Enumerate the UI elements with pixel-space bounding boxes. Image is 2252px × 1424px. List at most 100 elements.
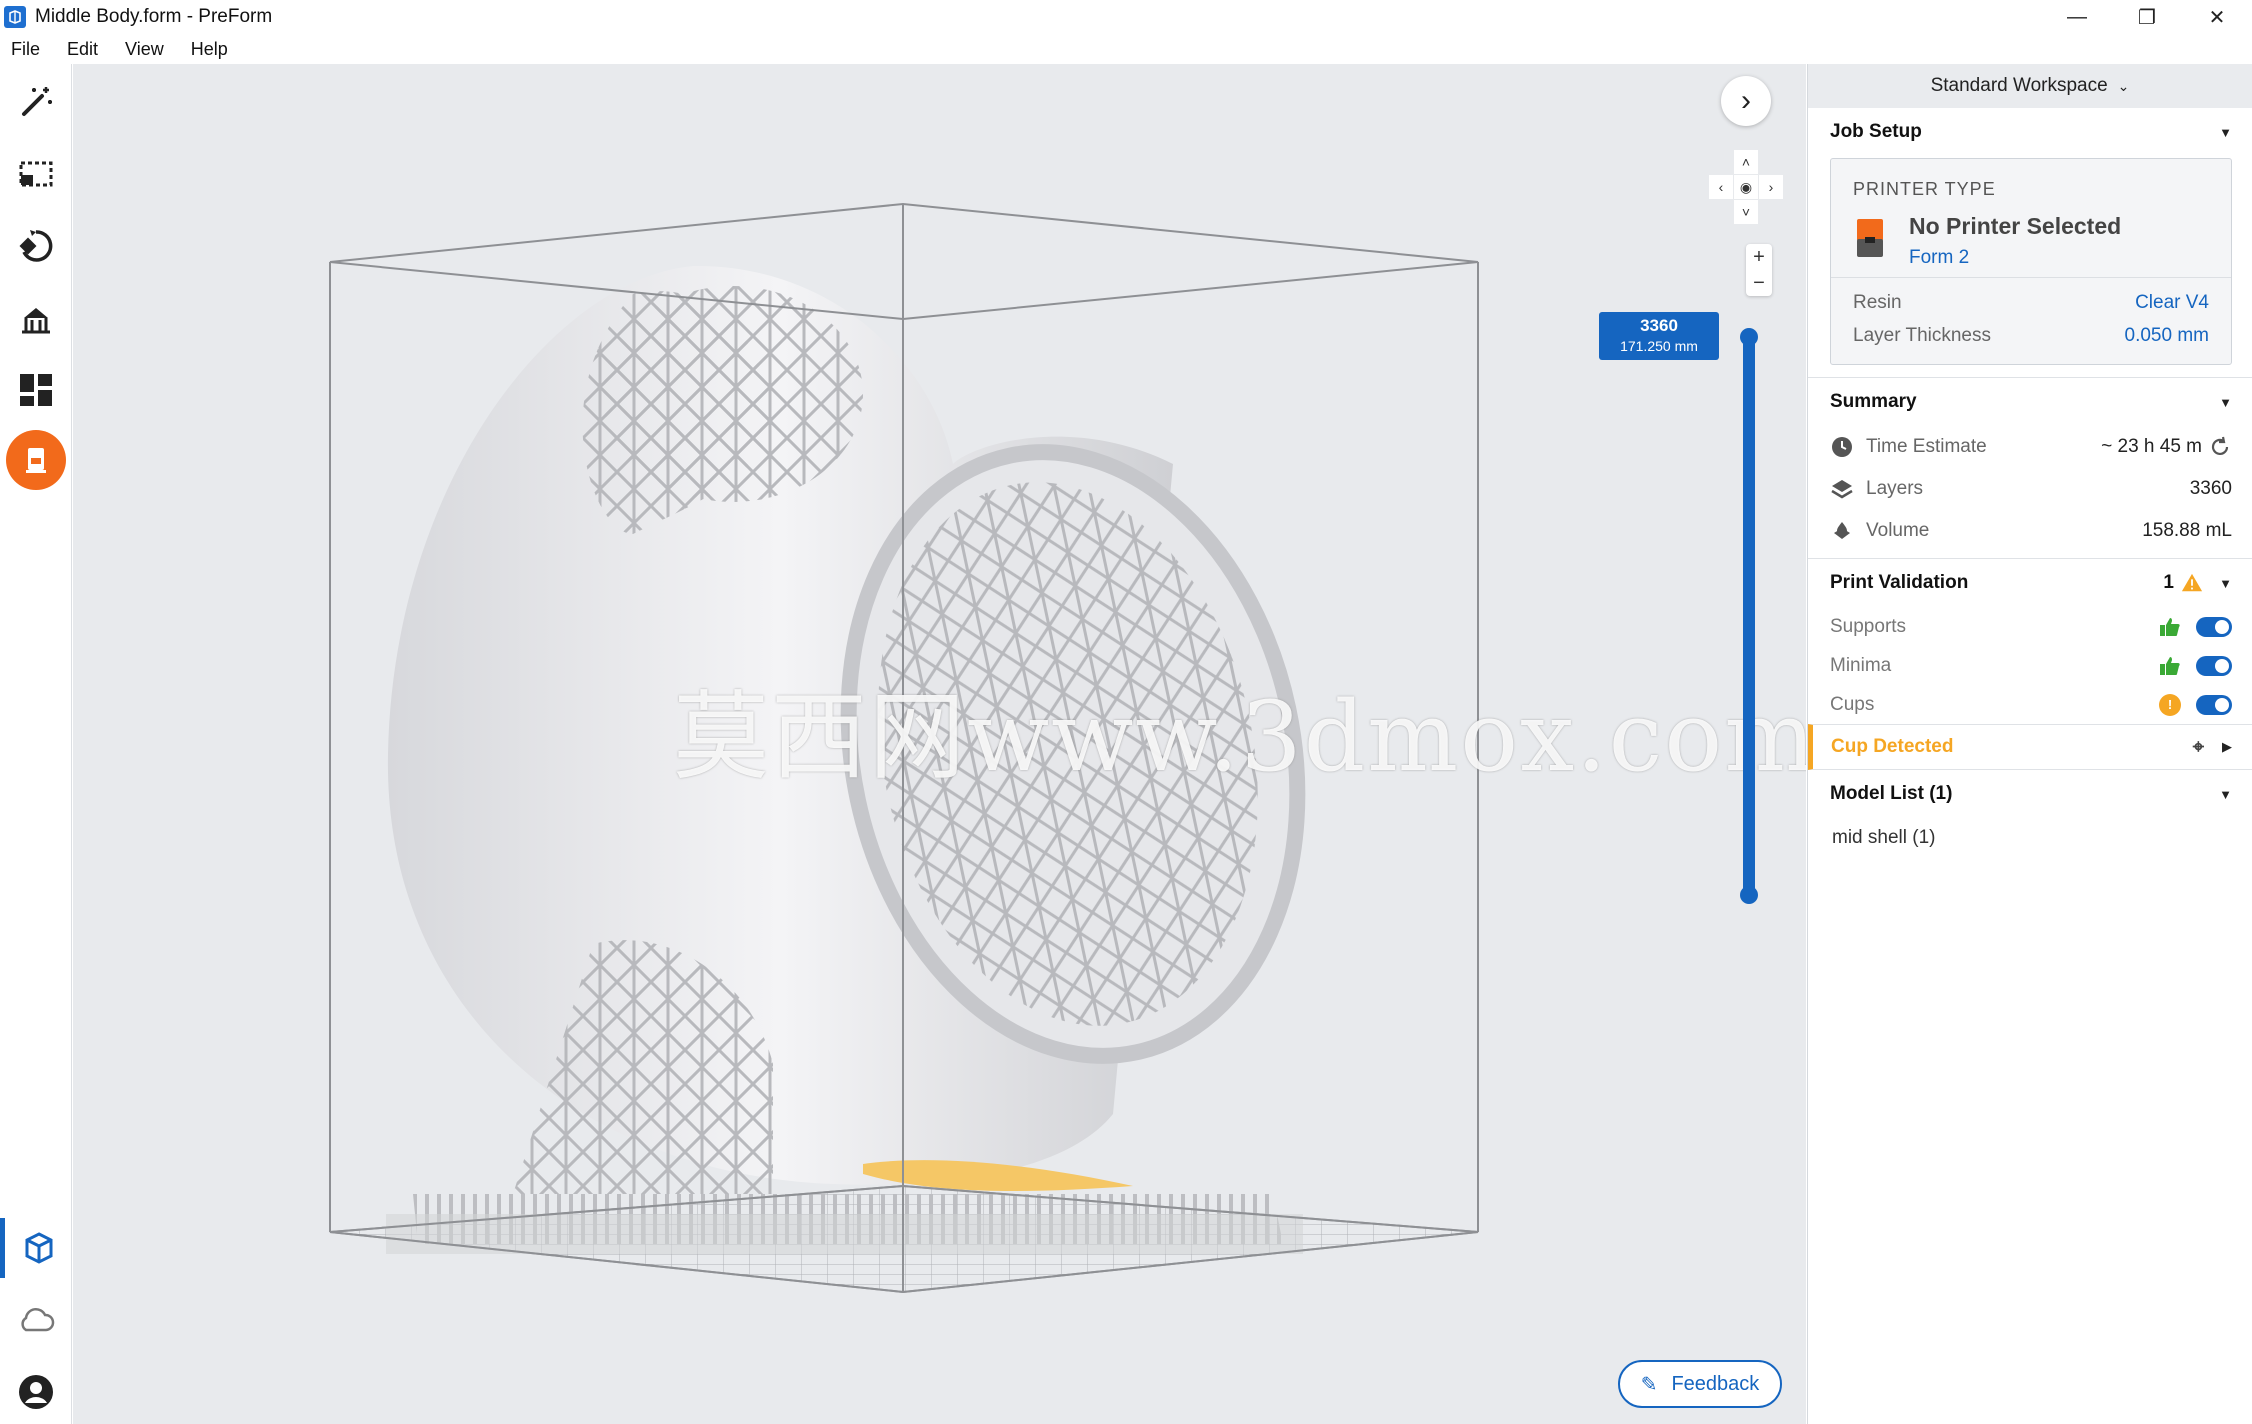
thumbs-up-icon xyxy=(2158,654,2182,678)
time-estimate-value: ~ 23 h 45 m xyxy=(2101,436,2202,457)
list-item[interactable]: mid shell (1) xyxy=(1808,818,2252,858)
warning-dot-icon: ! xyxy=(2159,693,2181,716)
validation-count-number: 1 xyxy=(2163,572,2174,593)
feedback-button[interactable]: ✎ Feedback xyxy=(1618,1360,1782,1408)
time-estimate-row: Time Estimate ~ 23 h 45 m xyxy=(1808,426,2252,468)
feedback-label: Feedback xyxy=(1671,1372,1760,1395)
volume-value: 158.88 mL xyxy=(2142,520,2232,541)
warning-icon xyxy=(2181,573,2203,592)
zoom-out-button[interactable]: − xyxy=(1746,270,1772,296)
job-setup-header[interactable]: Job Setup ▼ xyxy=(1808,108,2252,156)
eye-icon[interactable]: ◉ xyxy=(1734,175,1758,199)
menu-file[interactable]: File xyxy=(11,39,40,60)
account-button[interactable] xyxy=(6,1362,66,1422)
close-button[interactable]: ✕ xyxy=(2182,0,2252,34)
selection-icon xyxy=(19,161,53,187)
layout-button[interactable] xyxy=(6,360,66,420)
supports-icon xyxy=(22,308,50,334)
watermark: 莫西网www.3dmox.com xyxy=(673,681,1806,793)
cup-detected-row[interactable]: Cup Detected ⌖ ▶ xyxy=(1808,724,2252,770)
printer-icon xyxy=(1857,219,1883,257)
supports-button[interactable] xyxy=(6,288,66,348)
cloud-tab[interactable] xyxy=(6,1290,66,1350)
layer-slider-bottom-handle[interactable] xyxy=(1740,886,1758,904)
print-icon xyxy=(26,448,46,473)
feedback-icon: ✎ xyxy=(1640,1373,1658,1396)
printer-type-label: PRINTER TYPE xyxy=(1853,179,1996,199)
print-validation-header[interactable]: Print Validation 1 ▼ xyxy=(1808,559,2252,607)
printer-card[interactable]: PRINTER TYPE No Printer Selected Form 2 … xyxy=(1830,158,2232,365)
volume-icon xyxy=(1834,522,1850,539)
cup-detected-label: Cup Detected xyxy=(1831,736,1954,757)
locate-icon[interactable]: ⌖ xyxy=(2193,736,2204,759)
chevron-down-icon: ⌄ xyxy=(2117,77,2130,94)
validation-minima-row: Minima xyxy=(1808,646,2252,685)
pan-left-button[interactable]: ‹ xyxy=(1709,175,1733,199)
minimize-button[interactable]: — xyxy=(2042,0,2112,34)
time-estimate-label: Time Estimate xyxy=(1866,436,1987,457)
model-list-title: Model List (1) xyxy=(1830,783,1953,804)
thumbs-up-icon xyxy=(2158,615,2182,639)
layers-value: 3360 xyxy=(2189,478,2232,499)
collapse-icon: ▼ xyxy=(2219,124,2232,140)
zoom-control: + − xyxy=(1746,244,1772,296)
pan-right-button[interactable]: › xyxy=(1759,175,1783,199)
layer-thickness-value[interactable]: 0.050 mm xyxy=(2125,325,2209,347)
view-pad: ˄ ‹ ◉ › ˅ xyxy=(1709,150,1783,224)
select-button[interactable] xyxy=(6,144,66,204)
menu-bar: File Edit View Help xyxy=(0,34,2252,64)
cloud-icon xyxy=(21,1308,55,1332)
cups-label: Cups xyxy=(1830,693,1875,715)
workspace-label: Standard Workspace xyxy=(1930,75,2108,96)
account-icon xyxy=(19,1375,53,1409)
pan-up-button[interactable]: ˄ xyxy=(1734,150,1758,174)
summary-title: Summary xyxy=(1830,391,1917,412)
3d-viewport[interactable]: 莫西网www.3dmox.com › ˄ ‹ ◉ › ˅ + − 3360 17… xyxy=(73,64,1806,1424)
menu-edit[interactable]: Edit xyxy=(67,39,98,60)
layer-thickness-label: Layer Thickness xyxy=(1853,324,1991,346)
magic-wand-icon xyxy=(22,87,52,116)
validation-count: 1 xyxy=(2163,572,2204,594)
clock-icon xyxy=(1832,437,1852,457)
magic-wand-button[interactable] xyxy=(6,72,66,132)
print-validation-title: Print Validation xyxy=(1830,572,1969,593)
validation-supports-row: Supports xyxy=(1808,607,2252,646)
chevron-right-icon: ▶ xyxy=(2222,739,2232,754)
zoom-in-button[interactable]: + xyxy=(1746,244,1772,270)
print-button[interactable] xyxy=(6,430,66,490)
orientation-button[interactable] xyxy=(6,216,66,276)
minima-toggle[interactable] xyxy=(2196,655,2232,676)
volume-label: Volume xyxy=(1866,520,1930,541)
local-printer-icon xyxy=(25,1232,52,1264)
restore-button[interactable]: ❐ xyxy=(2112,0,2182,34)
refresh-icon[interactable] xyxy=(2208,435,2232,459)
layers-icon xyxy=(1831,480,1853,499)
supports-toggle[interactable] xyxy=(2196,616,2232,637)
window-title: Middle Body.form - PreForm xyxy=(35,6,273,27)
local-printer-tab[interactable] xyxy=(0,1218,72,1278)
model-list-header[interactable]: Model List (1) ▼ xyxy=(1808,770,2252,818)
cups-toggle[interactable] xyxy=(2196,694,2232,715)
title-bar: Middle Body.form - PreForm — ❐ ✕ xyxy=(0,0,2252,34)
job-setup-title: Job Setup xyxy=(1830,121,1922,142)
layer-number: 3360 xyxy=(1640,316,1678,335)
menu-help[interactable]: Help xyxy=(191,39,228,60)
summary-header[interactable]: Summary ▼ xyxy=(1808,378,2252,426)
menu-view[interactable]: View xyxy=(125,39,164,60)
collapse-icon: ▼ xyxy=(2219,575,2232,591)
layout-icon xyxy=(20,374,52,406)
workspace-selector[interactable]: Standard Workspace ⌄ xyxy=(1808,64,2252,108)
resin-label: Resin xyxy=(1853,291,1902,313)
collapse-icon: ▼ xyxy=(2219,786,2232,802)
resin-value[interactable]: Clear V4 xyxy=(2135,292,2209,314)
layer-slider-top-handle[interactable] xyxy=(1740,328,1758,346)
minima-label: Minima xyxy=(1830,654,1892,676)
printer-model[interactable]: Form 2 xyxy=(1909,247,1969,269)
pan-down-button[interactable]: ˅ xyxy=(1734,200,1758,224)
layer-badge: 3360 171.250 mm xyxy=(1599,312,1719,360)
layer-height: 171.250 mm xyxy=(1620,338,1698,354)
app-icon xyxy=(4,6,26,28)
layer-slider-track[interactable] xyxy=(1743,336,1755,894)
chevron-right-icon: › xyxy=(1741,84,1751,117)
next-view-button[interactable]: › xyxy=(1721,76,1771,126)
